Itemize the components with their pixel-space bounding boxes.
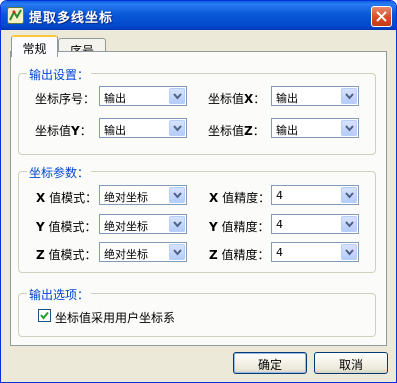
x-mode-label: X 值模式： — [36, 189, 97, 206]
coord-x-label-suffix: ： — [253, 92, 266, 106]
z-precision-select[interactable]: 4 — [271, 242, 359, 262]
coord-y-select[interactable]: 输出 — [99, 118, 187, 138]
cancel-button[interactable]: 取消 — [314, 352, 388, 374]
x-precision-label-text: 值精度： — [222, 191, 271, 205]
coord-x-value: 输出 — [276, 92, 298, 105]
y-precision-value: 4 — [276, 218, 283, 231]
z-mode-label-text: 值模式： — [48, 248, 97, 262]
coord-y-label: 坐标值Y： — [35, 122, 92, 139]
coord-y-label-axis: Y — [71, 124, 80, 138]
ok-button-label: 确定 — [257, 358, 282, 372]
close-icon — [376, 11, 387, 22]
x-precision-label: X 值精度： — [209, 189, 270, 206]
coord-y-value: 输出 — [104, 124, 126, 137]
x-mode-select[interactable]: 绝对坐标 — [99, 185, 187, 205]
chevron-down-icon[interactable] — [169, 244, 185, 260]
checkmark-icon — [40, 311, 49, 320]
window-title: 提取多线坐标 — [29, 11, 114, 26]
coord-index-value: 输出 — [104, 92, 126, 105]
close-button[interactable] — [371, 6, 392, 27]
coord-z-label: 坐标值Z： — [208, 122, 265, 139]
coord-x-label: 坐标值X： — [208, 90, 265, 107]
tab-general[interactable]: 常规 — [11, 35, 58, 57]
chevron-down-icon[interactable] — [341, 120, 357, 136]
use-ucs-checkbox[interactable] — [38, 309, 51, 322]
chevron-down-icon[interactable] — [169, 88, 185, 104]
z-mode-value: 绝对坐标 — [104, 248, 148, 261]
x-mode-axis: X — [36, 191, 46, 205]
x-precision-axis: X — [209, 191, 219, 205]
y-mode-select[interactable]: 绝对坐标 — [99, 214, 187, 234]
app-icon — [7, 7, 24, 24]
tab-general-label: 常规 — [22, 42, 47, 56]
coord-z-select[interactable]: 输出 — [271, 118, 359, 138]
coord-index-label: 坐标序号： — [35, 92, 96, 106]
coord-z-label-suffix: ： — [252, 124, 265, 138]
dialog-body: 常规 序号 输出设置： 坐标序号： 输出 坐标值X： 输出 坐标值Y： 输出 坐… — [5, 30, 392, 380]
chevron-down-icon[interactable] — [341, 187, 357, 203]
x-mode-value: 绝对坐标 — [104, 191, 148, 204]
y-precision-label-text: 值精度： — [221, 220, 270, 234]
coord-y-label-prefix: 坐标值 — [35, 124, 72, 138]
coord-x-select[interactable]: 输出 — [271, 86, 359, 106]
y-mode-value: 绝对坐标 — [104, 220, 148, 233]
output-settings-title: 输出设置： — [27, 66, 92, 83]
chevron-down-icon[interactable] — [169, 216, 185, 232]
use-ucs-label[interactable]: 坐标值采用用户坐标系 — [55, 309, 175, 326]
y-precision-axis: Y — [209, 220, 218, 234]
x-precision-select[interactable]: 4 — [271, 185, 359, 205]
z-mode-axis: Z — [36, 248, 45, 262]
z-mode-label: Z 值模式： — [36, 246, 97, 263]
chevron-down-icon[interactable] — [169, 120, 185, 136]
coord-y-label-suffix: ： — [79, 124, 92, 138]
x-precision-value: 4 — [276, 189, 283, 202]
ok-button[interactable]: 确定 — [233, 352, 307, 374]
output-options-title: 输出选项： — [27, 286, 92, 303]
y-mode-label: Y 值模式： — [36, 218, 97, 235]
chevron-down-icon[interactable] — [341, 244, 357, 260]
coord-params-title: 坐标参数： — [27, 164, 92, 181]
coord-z-label-prefix: 坐标值 — [208, 124, 245, 138]
y-precision-label: Y 值精度： — [209, 218, 270, 235]
coord-x-label-axis: X — [244, 92, 254, 106]
chevron-down-icon[interactable] — [341, 88, 357, 104]
z-precision-axis: Z — [209, 248, 218, 262]
y-precision-select[interactable]: 4 — [271, 214, 359, 234]
coord-z-label-axis: Z — [244, 124, 253, 138]
z-precision-label: Z 值精度： — [209, 246, 270, 263]
chevron-down-icon[interactable] — [169, 187, 185, 203]
coord-z-value: 输出 — [276, 124, 298, 137]
z-precision-value: 4 — [276, 246, 283, 259]
z-mode-select[interactable]: 绝对坐标 — [99, 242, 187, 262]
z-precision-label-text: 值精度： — [221, 248, 270, 262]
y-mode-label-text: 值模式： — [48, 220, 97, 234]
title-bar[interactable]: 提取多线坐标 — [1, 1, 396, 30]
y-mode-axis: Y — [36, 220, 45, 234]
x-mode-label-text: 值模式： — [49, 191, 98, 205]
coord-x-label-prefix: 坐标值 — [208, 92, 245, 106]
chevron-down-icon[interactable] — [341, 216, 357, 232]
coord-index-select[interactable]: 输出 — [99, 86, 187, 106]
dialog-window: 提取多线坐标 常规 序号 输出设置： 坐标序号： 输出 坐标值X： 输出 坐标值… — [0, 0, 397, 383]
cancel-button-label: 取消 — [338, 358, 363, 372]
